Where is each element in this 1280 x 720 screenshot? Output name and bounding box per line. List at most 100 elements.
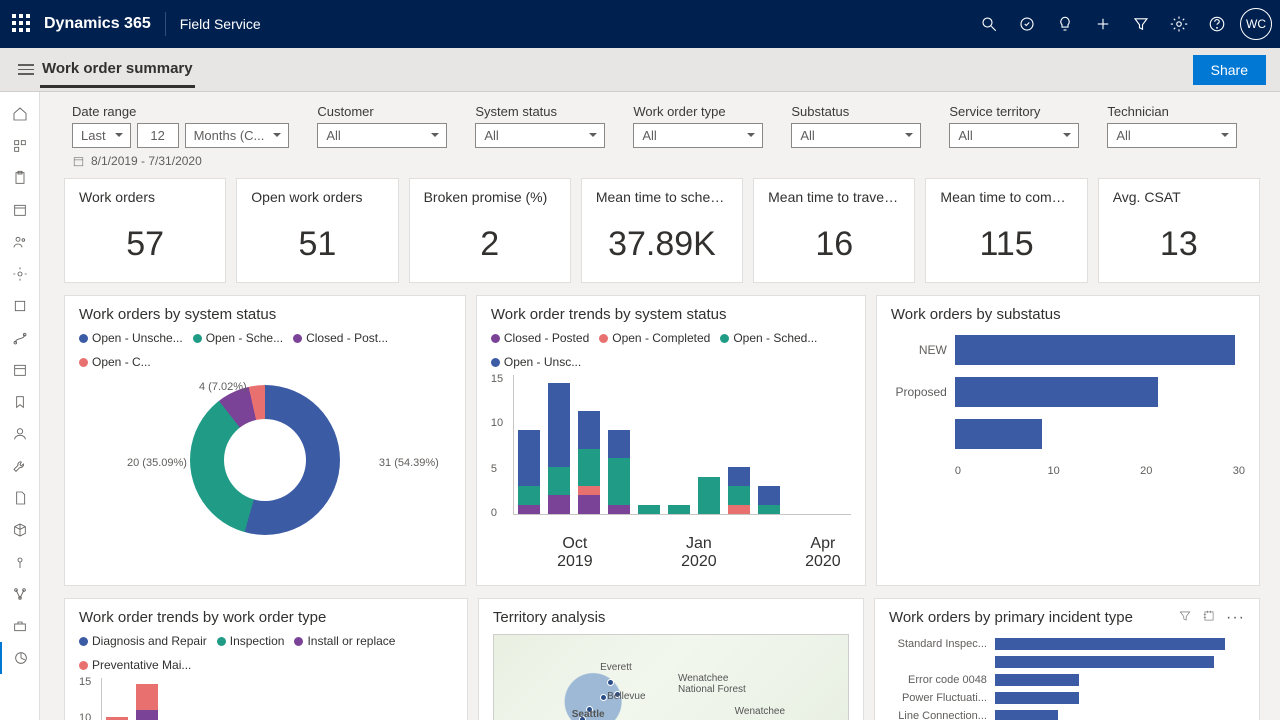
kpi-title: Avg. CSAT xyxy=(1113,189,1245,205)
title-bar: Work order summary Share xyxy=(0,48,1280,92)
kpi-title: Mean time to schedul... xyxy=(596,189,728,205)
rail-analytics-icon[interactable] xyxy=(0,642,39,674)
app-launcher-icon[interactable] xyxy=(12,14,32,34)
legend-item: Open - C... xyxy=(92,355,151,369)
donut-chart xyxy=(190,385,340,535)
panel-trends-type[interactable]: Work order trends by work order type Dia… xyxy=(64,598,468,720)
legend-item: Inspection xyxy=(230,634,285,648)
customer-label: Customer xyxy=(317,104,447,119)
donut-label: 20 (35.09%) xyxy=(127,457,187,469)
rail-wrench-icon[interactable] xyxy=(0,450,39,482)
panel-incident[interactable]: ··· Work orders by primary incident type… xyxy=(874,598,1260,720)
kpi-value: 13 xyxy=(1113,225,1245,264)
kpi-value: 37.89K xyxy=(596,225,728,264)
legend-item: Closed - Posted xyxy=(504,331,589,345)
module-name: Field Service xyxy=(180,16,261,32)
rail-calendar-icon[interactable] xyxy=(0,194,39,226)
search-icon[interactable] xyxy=(970,0,1008,48)
status-label: System status xyxy=(475,104,605,119)
territory-dropdown[interactable]: All xyxy=(949,123,1079,148)
kpi-card[interactable]: Open work orders 51 xyxy=(236,178,398,283)
panel-trends-status[interactable]: Work order trends by system status Close… xyxy=(476,295,866,586)
status-dropdown[interactable]: All xyxy=(475,123,605,148)
date-relation-dropdown[interactable]: Last xyxy=(72,123,131,148)
kpi-title: Broken promise (%) xyxy=(424,189,556,205)
rail-network-icon[interactable] xyxy=(0,578,39,610)
idea-icon[interactable] xyxy=(1046,0,1084,48)
kpi-value: 51 xyxy=(251,225,383,264)
panel-title: Work order trends by system status xyxy=(491,306,851,323)
panel-territory[interactable]: Territory analysis Everett Bellevue Seat… xyxy=(478,598,864,720)
panel-substatus[interactable]: Work orders by substatus NEWProposed 010… xyxy=(876,295,1260,586)
panel-filter-icon[interactable] xyxy=(1178,609,1192,623)
kpi-card[interactable]: Broken promise (%) 2 xyxy=(409,178,571,283)
gear-icon[interactable] xyxy=(1160,0,1198,48)
kpi-title: Work orders xyxy=(79,189,211,205)
rail-gear-icon[interactable] xyxy=(0,258,39,290)
kpi-card[interactable]: Mean time to complet...115 xyxy=(925,178,1087,283)
hbar-chart: NEWProposed xyxy=(891,331,1245,465)
kpi-row: Work orders57 Open work orders 51 Broken … xyxy=(44,178,1270,295)
rail-pin-icon[interactable] xyxy=(0,546,39,578)
rail-cube-icon[interactable] xyxy=(0,514,39,546)
add-icon[interactable] xyxy=(1084,0,1122,48)
tech-dropdown[interactable]: All xyxy=(1107,123,1237,148)
global-header: Dynamics 365 Field Service WC xyxy=(0,0,1280,48)
panel-focus-icon[interactable] xyxy=(1202,609,1216,623)
substatus-dropdown[interactable]: All xyxy=(791,123,921,148)
kpi-value: 2 xyxy=(424,225,556,264)
date-unit-dropdown[interactable]: Months (C... xyxy=(185,123,290,148)
rail-toolbox-icon[interactable] xyxy=(0,610,39,642)
donut-label: 4 (7.02%) xyxy=(199,381,247,393)
legend-item: Open - Unsc... xyxy=(504,355,581,369)
nav-toggle-icon[interactable] xyxy=(12,61,40,78)
x-label: Apr 2020 xyxy=(795,535,851,571)
legend-item: Open - Sche... xyxy=(206,331,283,345)
chart-legend: Diagnosis and Repair Inspection Install … xyxy=(79,634,453,672)
rail-home-icon[interactable] xyxy=(0,98,39,130)
tech-label: Technician xyxy=(1107,104,1237,119)
legend-item: Open - Completed xyxy=(612,331,710,345)
filter-icon[interactable] xyxy=(1122,0,1160,48)
territory-label: Service territory xyxy=(949,104,1079,119)
task-icon[interactable] xyxy=(1008,0,1046,48)
customer-dropdown[interactable]: All xyxy=(317,123,447,148)
rail-clipboard-icon[interactable] xyxy=(0,162,39,194)
rail-schedule-icon[interactable] xyxy=(0,130,39,162)
stacked-bar-chart: 15105 xyxy=(79,678,453,720)
kpi-card[interactable]: Avg. CSAT 13 xyxy=(1098,178,1260,283)
substatus-label: Substatus xyxy=(791,104,921,119)
help-icon[interactable] xyxy=(1198,0,1236,48)
panel-more-icon[interactable]: ··· xyxy=(1226,609,1245,627)
rail-route-icon[interactable] xyxy=(0,322,39,354)
chart-legend: Closed - Posted Open - Completed Open - … xyxy=(491,331,851,369)
content-area: Date range Last 12 Months (C... Customer… xyxy=(40,92,1280,720)
kpi-value: 16 xyxy=(768,225,900,264)
rail-box-icon[interactable] xyxy=(0,290,39,322)
calendar-icon xyxy=(72,155,85,168)
kpi-card[interactable]: Work orders57 xyxy=(64,178,226,283)
rail-bookmark-icon[interactable] xyxy=(0,386,39,418)
rail-person-icon[interactable] xyxy=(0,418,39,450)
rail-calendar2-icon[interactable] xyxy=(0,354,39,386)
kpi-card[interactable]: Mean time to travel (h...16 xyxy=(753,178,915,283)
date-n-input[interactable]: 12 xyxy=(137,123,179,148)
type-dropdown[interactable]: All xyxy=(633,123,763,148)
panel-title: Territory analysis xyxy=(493,609,849,626)
x-label: Jan 2020 xyxy=(671,535,727,571)
rail-doc-icon[interactable] xyxy=(0,482,39,514)
kpi-title: Open work orders xyxy=(251,189,383,205)
territory-map[interactable]: Everett Bellevue Seattle Tacoma Wenatche… xyxy=(493,634,849,720)
divider xyxy=(165,12,166,36)
panel-donut[interactable]: Work orders by system status Open - Unsc… xyxy=(64,295,466,586)
rail-people-icon[interactable] xyxy=(0,226,39,258)
date-range-display: 8/1/2019 - 7/31/2020 xyxy=(44,152,1270,178)
stacked-bar-chart: 151050 xyxy=(491,375,851,535)
user-avatar[interactable]: WC xyxy=(1240,8,1272,40)
share-button[interactable]: Share xyxy=(1193,55,1266,85)
nav-rail xyxy=(0,92,40,720)
page-title: Work order summary xyxy=(40,51,195,88)
kpi-card[interactable]: Mean time to schedul... 37.89K xyxy=(581,178,743,283)
chart-legend: Open - Unsche... Open - Sche... Closed -… xyxy=(79,331,451,369)
donut-label: 31 (54.39%) xyxy=(379,457,439,469)
